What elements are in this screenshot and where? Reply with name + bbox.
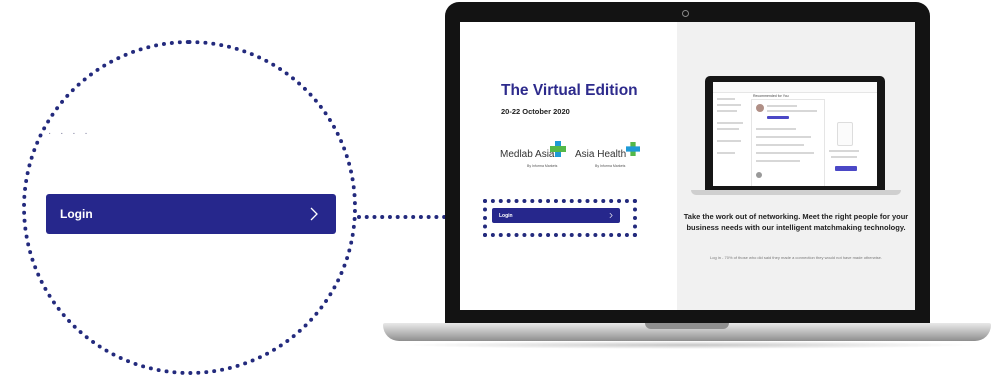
mini-topbar xyxy=(713,82,877,93)
laptop-notch xyxy=(645,323,729,329)
page-title: The Virtual Edition xyxy=(501,82,638,99)
laptop-screen: The Virtual Edition 20-22 October 2020 M… xyxy=(460,22,915,310)
mini-sidebar xyxy=(717,96,747,182)
logo-byline: By Informa Markets xyxy=(595,164,626,168)
mini-screen-title: Recommended for You xyxy=(753,94,789,98)
mini-profile-card xyxy=(751,99,825,186)
login-panel: The Virtual Edition 20-22 October 2020 M… xyxy=(460,22,677,310)
event-dates: 20-22 October 2020 xyxy=(501,107,570,116)
mini-laptop-screen: Recommended for You xyxy=(713,82,877,186)
logo-text: Asia Health xyxy=(575,149,627,160)
mini-laptop-base xyxy=(691,190,901,195)
logo-text: Medlab Asia xyxy=(500,149,555,160)
tagline: Take the work out of networking. Meet th… xyxy=(683,212,909,232)
subtext: Log in - 70% of those who did said they … xyxy=(710,255,882,260)
asia-health-logo: Asia Health By Informa Markets xyxy=(575,142,640,168)
login-label: Login xyxy=(60,207,93,221)
chevron-right-icon xyxy=(306,206,322,222)
mini-phone xyxy=(837,122,853,146)
medical-cross-icon xyxy=(626,142,640,156)
login-highlight-box xyxy=(483,199,637,237)
camera-icon xyxy=(682,10,689,17)
promo-panel: Recommended for You Take the work out of… xyxy=(677,22,915,310)
laptop-shadow xyxy=(398,341,978,349)
faded-text: · · · · xyxy=(48,128,91,139)
medlab-asia-logo: Medlab Asia By Informa Markets xyxy=(500,141,566,168)
medical-cross-icon xyxy=(550,141,566,157)
login-button-zoomed[interactable]: Login xyxy=(46,194,336,234)
logo-byline: By Informa Markets xyxy=(527,164,558,168)
